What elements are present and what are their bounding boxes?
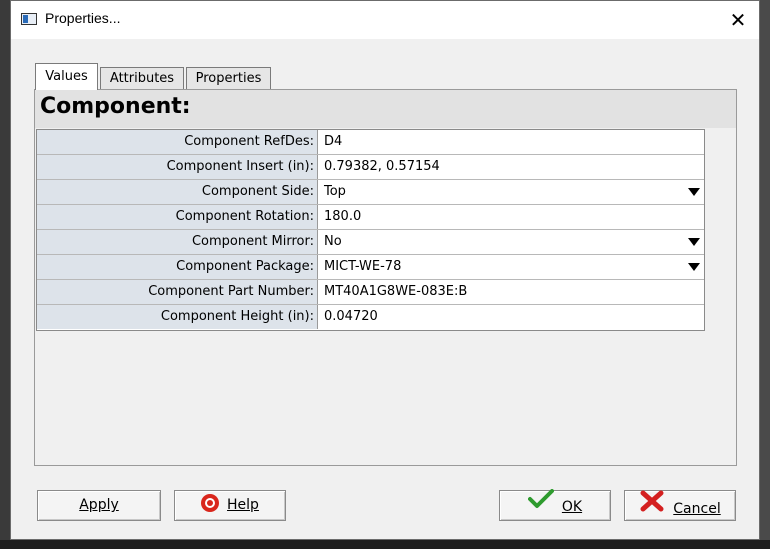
background-window-left <box>0 0 10 549</box>
values-panel: Component: Component RefDes: D4 Componen… <box>34 89 737 466</box>
package-select-value: MICT-WE-78 <box>324 259 402 274</box>
property-row-rotation: Component Rotation: 180.0 <box>37 205 704 230</box>
dropdown-arrow-icon[interactable] <box>688 188 700 196</box>
cancel-button[interactable]: Cancel <box>624 490 736 521</box>
part-number-field[interactable]: MT40A1G8WE-083E:B <box>319 280 704 304</box>
rotation-field[interactable]: 180.0 <box>319 205 704 229</box>
apply-button[interactable]: Apply <box>37 490 161 521</box>
height-field[interactable]: 0.04720 <box>319 305 704 329</box>
side-select[interactable]: Top <box>319 180 704 204</box>
dropdown-arrow-icon[interactable] <box>688 238 700 246</box>
red-x-icon <box>639 489 665 524</box>
help-button-label: Help <box>227 497 259 513</box>
apply-button-label: Apply <box>79 497 119 513</box>
property-row-insert: Component Insert (in): 0.79382, 0.57154 <box>37 155 704 180</box>
lifebuoy-icon <box>201 494 220 512</box>
insert-field[interactable]: 0.79382, 0.57154 <box>319 155 704 179</box>
properties-dialog: Properties... ✕ Values Attributes Proper… <box>10 0 760 540</box>
tab-properties[interactable]: Properties <box>186 67 271 89</box>
property-label: Component Mirror: <box>37 230 318 254</box>
ok-button[interactable]: OK <box>499 489 611 521</box>
mirror-select[interactable]: No <box>319 230 704 254</box>
background-window-right <box>760 0 770 549</box>
package-select[interactable]: MICT-WE-78 <box>319 255 704 279</box>
panel-header: Component: <box>35 90 736 128</box>
property-label: Component RefDes: <box>37 130 318 154</box>
property-row-height: Component Height (in): 0.04720 <box>37 305 704 330</box>
close-icon: ✕ <box>729 8 747 32</box>
property-label: Component Package: <box>37 255 318 279</box>
tab-values[interactable]: Values <box>35 63 98 90</box>
help-button[interactable]: Help <box>174 490 286 521</box>
window-title: Properties... <box>45 10 121 26</box>
close-button[interactable]: ✕ <box>723 6 753 34</box>
tab-attributes[interactable]: Attributes <box>100 67 184 89</box>
dropdown-arrow-icon[interactable] <box>688 263 700 271</box>
title-bar[interactable]: Properties... ✕ <box>11 1 759 39</box>
property-row-part-number: Component Part Number: MT40A1G8WE-083E:B <box>37 280 704 305</box>
cancel-button-label: Cancel <box>673 500 721 517</box>
ok-button-label: OK <box>561 498 583 515</box>
checkmark-icon <box>527 489 554 520</box>
property-row-side: Component Side: Top <box>37 180 704 205</box>
panel-title: Component: <box>40 94 191 119</box>
refdes-field[interactable]: D4 <box>319 130 704 154</box>
property-row-package: Component Package: MICT-WE-78 <box>37 255 704 280</box>
property-label: Component Side: <box>37 180 318 204</box>
side-select-value: Top <box>324 184 346 199</box>
property-label: Component Insert (in): <box>37 155 318 179</box>
background-taskbar <box>0 540 770 549</box>
property-row-mirror: Component Mirror: No <box>37 230 704 255</box>
property-label: Component Height (in): <box>37 305 318 329</box>
property-label: Component Part Number: <box>37 280 318 304</box>
property-label: Component Rotation: <box>37 205 318 229</box>
property-grid: Component RefDes: D4 Component Insert (i… <box>36 129 705 331</box>
property-row-refdes: Component RefDes: D4 <box>37 130 704 155</box>
app-window-icon <box>21 13 37 25</box>
mirror-select-value: No <box>324 234 342 249</box>
